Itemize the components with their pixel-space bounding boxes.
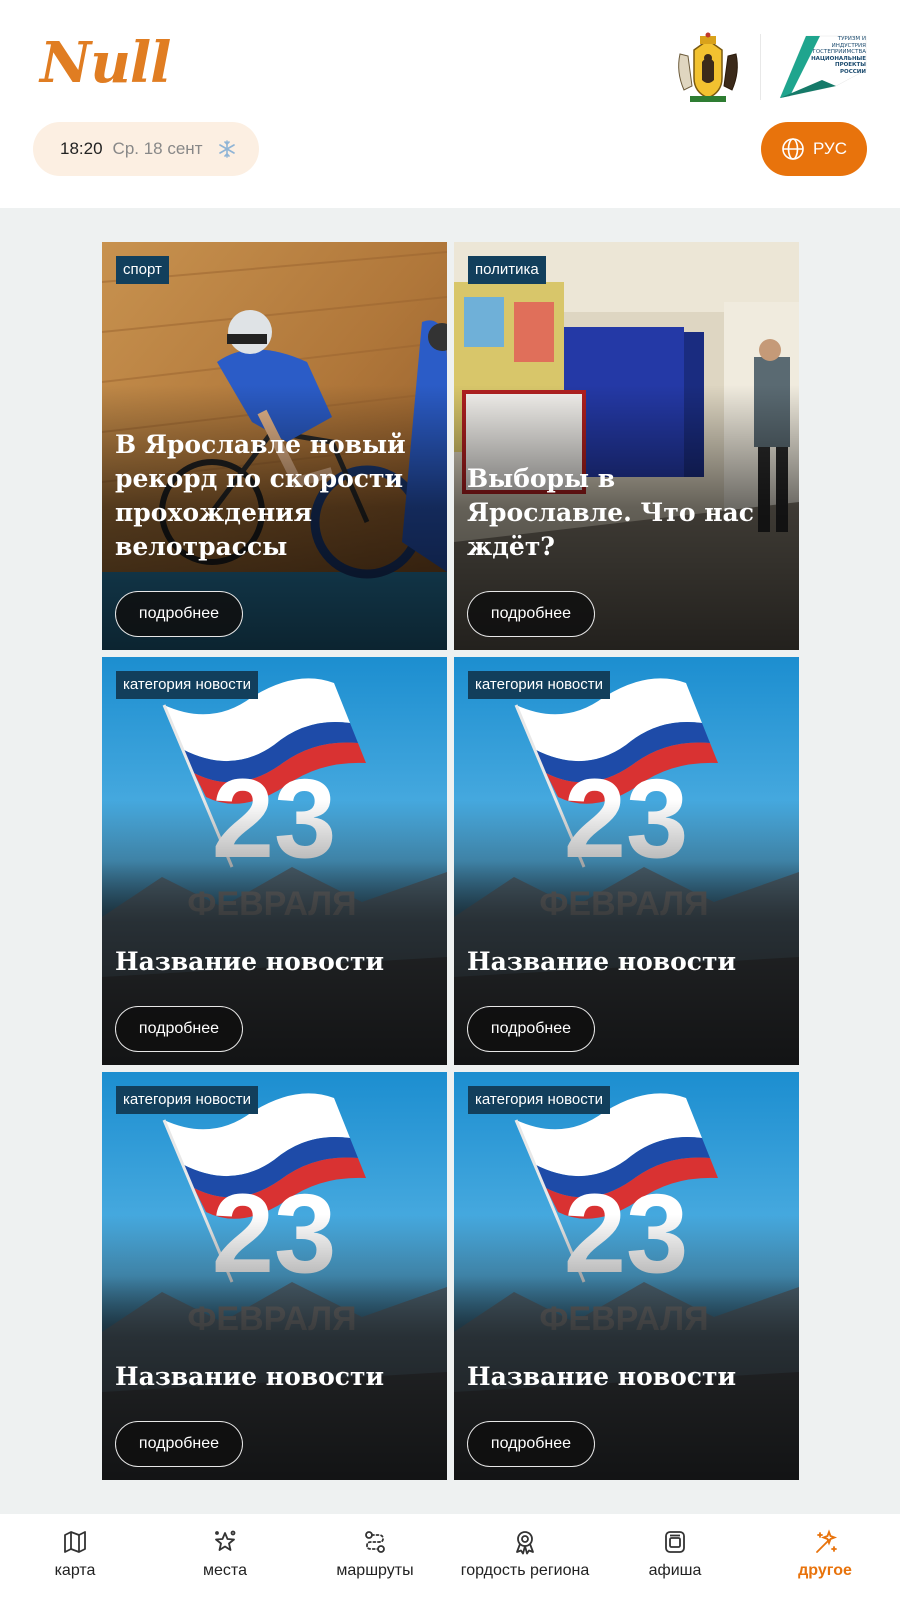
news-card[interactable]: 23 ФЕВРАЛЯ категория новости Название но…: [102, 1072, 447, 1480]
category-badge: спорт: [116, 256, 169, 284]
nav-item-map[interactable]: карта: [0, 1514, 150, 1600]
more-button[interactable]: подробнее: [467, 1006, 595, 1052]
nav-label: карта: [54, 1562, 96, 1579]
nav-item-routes[interactable]: маршруты: [300, 1514, 450, 1600]
more-button[interactable]: подробнее: [467, 1421, 595, 1467]
news-card[interactable]: 23 ФЕВРАЛЯ категория новости Название но…: [102, 657, 447, 1065]
other-icon: [816, 1529, 838, 1553]
header: Null ТУРИЗМ И ИНДУСТРИЯ ГОСТЕПРИИМСТВА Н…: [0, 0, 900, 208]
places-icon: [215, 1530, 236, 1551]
nav-label: места: [203, 1562, 247, 1579]
card-shade: [102, 1072, 447, 1480]
news-title: Название новости: [467, 1362, 737, 1391]
language-button[interactable]: РУС: [761, 122, 867, 176]
nav-label: гордость региона: [460, 1562, 590, 1579]
nav-label: другое: [798, 1562, 852, 1579]
nav-item-pride[interactable]: гордость региона: [450, 1514, 600, 1600]
card-shade: [454, 242, 799, 650]
news-title: В Ярославле новый рекорд по скорости про…: [115, 430, 406, 561]
card-shade: [454, 1072, 799, 1480]
award-icon: [516, 1531, 534, 1555]
news-card[interactable]: 23 ФЕВРАЛЯ категория новости Название но…: [454, 1072, 799, 1480]
news-title: Название новости: [115, 947, 385, 976]
nav-label: афиша: [648, 1562, 702, 1579]
more-button[interactable]: подробнее: [467, 591, 595, 637]
weather-time: 18:20: [60, 139, 103, 158]
more-button[interactable]: подробнее: [115, 1006, 243, 1052]
globe-icon: [782, 138, 804, 160]
nav-item-places[interactable]: места: [150, 1514, 300, 1600]
news-card[interactable]: спорт В Ярославле новый рекорд по скорос…: [102, 242, 447, 650]
news-title: Выборы в Ярославле. Что нас ждёт?: [467, 464, 754, 561]
news-card[interactable]: политика Выборы в Ярославле. Что нас ждё…: [454, 242, 799, 650]
app-logo[interactable]: Null: [40, 30, 171, 96]
poster-icon: [665, 1531, 685, 1553]
more-button[interactable]: подробнее: [115, 591, 243, 637]
np-line2: ГОСТЕПРИИМСТВА: [812, 49, 866, 55]
language-label: РУС: [812, 139, 848, 158]
coat-of-arms-icon: [678, 32, 738, 102]
bottom-nav: карта места маршруты гордость региона аф…: [0, 1514, 900, 1600]
category-badge: категория новости: [116, 1086, 258, 1114]
category-badge: политика: [468, 256, 546, 284]
map-icon: [64, 1531, 86, 1553]
card-shade: [102, 657, 447, 1065]
route-icon: [365, 1531, 385, 1553]
news-grid: спорт В Ярославле новый рекорд по скорос…: [0, 208, 900, 1514]
weather-date: Ср. 18 сент: [112, 139, 203, 158]
nav-item-other[interactable]: другое: [750, 1514, 900, 1600]
header-divider: [760, 34, 761, 100]
np-line5: РОССИИ: [840, 68, 866, 75]
category-badge: категория новости: [116, 671, 258, 699]
news-title: Название новости: [115, 1362, 385, 1391]
nav-label: маршруты: [336, 1562, 414, 1579]
more-button[interactable]: подробнее: [115, 1421, 243, 1467]
category-badge: категория новости: [468, 671, 610, 699]
card-shade: [454, 657, 799, 1065]
weather-widget[interactable]: 18:20 Ср. 18 сент: [33, 122, 259, 176]
np-line1: ТУРИЗМ И ИНДУСТРИЯ: [831, 36, 866, 49]
news-card[interactable]: 23 ФЕВРАЛЯ категория новости Название но…: [454, 657, 799, 1065]
snowflake-icon: [218, 140, 235, 158]
national-projects-text: ТУРИЗМ И ИНДУСТРИЯ ГОСТЕПРИИМСТВА НАЦИОН…: [808, 36, 866, 75]
nav-item-events[interactable]: афиша: [600, 1514, 750, 1600]
category-badge: категория новости: [468, 1086, 610, 1114]
news-title: Название новости: [467, 947, 737, 976]
